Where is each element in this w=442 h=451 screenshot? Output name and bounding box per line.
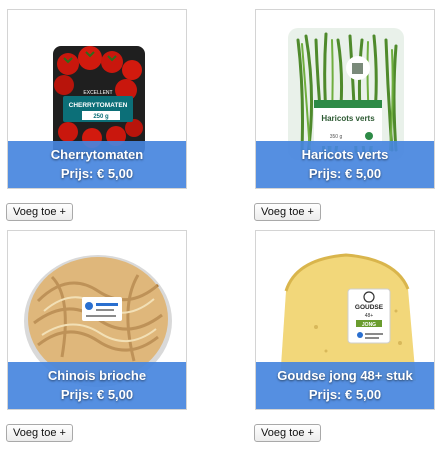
product-name: Goudse jong 48+ stuk: [277, 368, 413, 383]
product-price: Prijs: € 5,00: [60, 166, 134, 181]
svg-text:250 g: 250 g: [93, 114, 109, 120]
svg-text:Haricots verts: Haricots verts: [321, 114, 375, 123]
product-price: Prijs: € 5,00: [308, 166, 382, 181]
product-price: Prijs: € 5,00: [60, 387, 134, 402]
svg-text:350 g: 350 g: [330, 134, 343, 140]
product-card-haricots-verts: Haricots verts 350 g Haricots verts Prij…: [255, 9, 435, 189]
svg-text:EXCELLENT: EXCELLENT: [83, 90, 112, 96]
product-price: Prijs: € 5,00: [308, 387, 382, 402]
product-info-band: Chinois brioche Prijs: € 5,00: [8, 362, 186, 409]
product-name: Chinois brioche: [47, 368, 147, 383]
product-info-band: Cherrytomaten Prijs: € 5,00: [8, 141, 186, 188]
product-info-band: Haricots verts Prijs: € 5,00: [256, 141, 434, 188]
add-to-cart-button-haricots-verts[interactable]: Voeg toe +: [254, 203, 321, 221]
product-name: Cherrytomaten: [50, 147, 144, 162]
svg-text:48+: 48+: [365, 313, 374, 319]
svg-text:JONG: JONG: [362, 322, 376, 328]
svg-text:CHERRYTOMATEN: CHERRYTOMATEN: [69, 102, 128, 109]
add-to-cart-button-chinois-brioche[interactable]: Voeg toe +: [6, 424, 73, 442]
add-to-cart-button-cherrytomaten[interactable]: Voeg toe +: [6, 203, 73, 221]
product-card-cherrytomaten: EXCELLENT CHERRYTOMATEN 250 g Cherrytoma…: [7, 9, 187, 189]
product-card-chinois-brioche: Chinois brioche Prijs: € 5,00: [7, 230, 187, 410]
product-card-goudse-jong: GOUDSE 48+ JONG Goudse jong 48+ stuk Pri…: [255, 230, 435, 410]
add-to-cart-button-goudse-jong[interactable]: Voeg toe +: [254, 424, 321, 442]
svg-text:GOUDSE: GOUDSE: [355, 304, 384, 311]
product-info-band: Goudse jong 48+ stuk Prijs: € 5,00: [256, 362, 434, 409]
product-name: Haricots verts: [301, 147, 389, 162]
